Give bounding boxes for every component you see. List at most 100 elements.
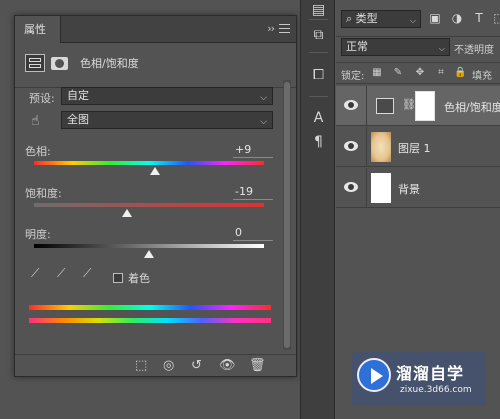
play-logo-icon — [357, 358, 391, 392]
collapse-arrows-icon[interactable]: ›› — [267, 22, 275, 35]
input-color-bar — [29, 305, 271, 310]
blend-mode-value: 正常 — [346, 40, 368, 53]
layer-row-hue-saturation[interactable]: ⛓ 色相/饱和度 1 — [336, 86, 500, 126]
eyedropper-minus-icon[interactable]: ⟋ — [83, 266, 97, 280]
hue-slider-thumb[interactable] — [149, 167, 160, 175]
lock-all-icon[interactable]: 🔒 — [454, 67, 466, 78]
lock-artboard-icon[interactable]: ⌗ — [435, 67, 447, 78]
character-icon[interactable]: A — [301, 110, 336, 126]
lock-row: 锁定: ▦ ✎ ✥ ⌗ 🔒 填充 — [336, 62, 500, 84]
lock-transparent-icon[interactable]: ▦ — [371, 67, 383, 78]
photoshop-window: 属性 ›› 色相/饱和度 预设: 自定 ⌵ ☝ 全图 ⌵ 色相: +9 饱和度:… — [0, 0, 500, 419]
properties-tab[interactable]: 属性 — [15, 16, 61, 43]
chain-link-icon[interactable]: ⛓ — [402, 98, 416, 111]
targeted-adjustment-hand-icon[interactable]: ☝ — [31, 113, 47, 129]
clip-to-layer-icon[interactable]: ⬚ — [135, 358, 147, 374]
panel-menu-icon[interactable] — [279, 24, 290, 33]
eyedropper-group: ⟋ ⟋ ⟋ — [31, 266, 109, 280]
reset-icon[interactable]: ↺ — [191, 358, 202, 374]
watermark-title: 溜溜自学 — [396, 364, 465, 383]
properties-header: 属性 ›› — [15, 16, 296, 43]
watermark-subtitle: zixue.3d66.com — [400, 385, 472, 395]
visibility-eye-icon[interactable] — [344, 141, 358, 151]
visibility-eye-icon[interactable] — [344, 100, 358, 110]
view-previous-state-icon[interactable]: ◎ — [163, 358, 174, 374]
layer-row-background[interactable]: 背景 — [336, 168, 500, 208]
layer-mask-icon[interactable] — [51, 56, 68, 70]
filter-type-icon[interactable]: T — [472, 11, 486, 25]
search-icon: ⌕ — [346, 12, 356, 25]
lightness-value-underline — [233, 240, 273, 241]
chevron-down-icon: ⌵ — [438, 44, 445, 53]
properties-footer: ⬚ ◎ ↺ 👁 🗑 — [15, 354, 296, 376]
3d-cube-icon[interactable]: ⧉ — [301, 27, 336, 43]
layer-separator — [366, 168, 367, 207]
hue-value-underline — [233, 157, 273, 158]
hue-saturation-adjustment-icon — [376, 98, 394, 114]
filter-shape-icon[interactable]: ⬚ — [492, 11, 500, 25]
hue-value[interactable]: +9 — [235, 143, 275, 156]
preset-select[interactable]: 自定 ⌵ — [61, 87, 273, 105]
lock-pixels-icon[interactable]: ✎ — [392, 67, 404, 78]
hue-saturation-adjustment-icon[interactable] — [25, 54, 45, 72]
kind-filter-select[interactable]: ⌕ 类型 ⌵ — [341, 10, 421, 28]
range-select[interactable]: 全图 ⌵ — [61, 111, 273, 129]
tool-top-icon[interactable]: ▤ — [301, 2, 336, 18]
separator — [309, 96, 328, 97]
panel-dock-toolbar: ▤ ⧉ ⧠ A ¶ — [300, 0, 335, 419]
kind-filter-value: 类型 — [355, 12, 378, 25]
eyedropper-icon[interactable]: ⟋ — [31, 266, 45, 280]
layer-name[interactable]: 背景 — [398, 181, 420, 197]
properties-panel: 属性 ›› 色相/饱和度 预设: 自定 ⌵ ☝ 全图 ⌵ 色相: +9 饱和度:… — [14, 15, 297, 377]
layer-thumbnail[interactable] — [371, 173, 391, 203]
lightness-slider-thumb[interactable] — [144, 250, 154, 258]
opacity-label: 不透明度 — [454, 45, 494, 56]
layer-separator — [366, 127, 367, 166]
filter-adjustment-icon[interactable]: ◑ — [450, 11, 464, 25]
layer-thumbnail[interactable] — [371, 132, 391, 162]
delete-trash-icon[interactable]: 🗑 — [249, 358, 266, 374]
eyedropper-plus-icon[interactable]: ⟋ — [57, 266, 71, 280]
watermark: 溜溜自学 zixue.3d66.com — [352, 352, 486, 406]
layer-comps-icon[interactable]: ⧠ — [301, 67, 336, 83]
adjustment-title: 色相/饱和度 — [80, 57, 139, 70]
preset-select-value: 自定 — [67, 89, 89, 102]
saturation-label: 饱和度: — [25, 187, 62, 200]
hue-label: 色相: — [25, 145, 51, 158]
lock-label: 锁定: — [341, 71, 365, 82]
saturation-slider-thumb[interactable] — [122, 209, 133, 217]
separator — [309, 52, 328, 53]
lock-position-icon[interactable]: ✥ — [414, 67, 426, 78]
lightness-value[interactable]: 0 — [235, 226, 275, 239]
chevron-down-icon: ⌵ — [260, 117, 267, 127]
range-select-value: 全图 — [67, 113, 89, 126]
colorize-label: 着色 — [128, 272, 150, 285]
chevron-down-icon: ⌵ — [260, 93, 267, 103]
layer-name[interactable]: 色相/饱和度 1 — [444, 99, 500, 115]
layer-name[interactable]: 图层 1 — [398, 140, 431, 156]
filter-pixel-icon[interactable]: ▣ — [428, 11, 442, 25]
saturation-value[interactable]: -19 — [235, 185, 275, 198]
saturation-slider-track[interactable] — [34, 203, 264, 207]
layers-filter-row: ⌕ 类型 ⌵ ▣ ◑ T ⬚ — [336, 0, 500, 37]
lightness-label: 明度: — [25, 228, 51, 241]
blend-mode-select[interactable]: 正常 ⌵ — [341, 38, 450, 56]
adjustment-header: 色相/饱和度 — [25, 53, 139, 73]
separator — [309, 19, 328, 20]
preset-label: 预设: — [29, 92, 55, 105]
properties-scrollbar[interactable] — [283, 80, 291, 350]
layer-mask-thumbnail[interactable] — [415, 91, 435, 121]
layer-row-image[interactable]: 图层 1 — [336, 127, 500, 167]
saturation-value-underline — [233, 199, 273, 200]
colorize-checkbox[interactable] — [113, 273, 123, 283]
layer-separator — [366, 86, 367, 125]
paragraph-icon[interactable]: ¶ — [301, 134, 336, 150]
hue-slider-track[interactable] — [34, 161, 264, 165]
scrollbar-thumb[interactable] — [284, 82, 290, 348]
colorize-option[interactable]: 着色 — [113, 270, 150, 286]
output-color-bar — [29, 318, 271, 323]
lightness-slider-track[interactable] — [34, 244, 264, 248]
fill-label: 填充 — [472, 71, 492, 82]
visibility-eye-icon[interactable]: 👁 — [219, 358, 236, 374]
visibility-eye-icon[interactable] — [344, 182, 358, 192]
